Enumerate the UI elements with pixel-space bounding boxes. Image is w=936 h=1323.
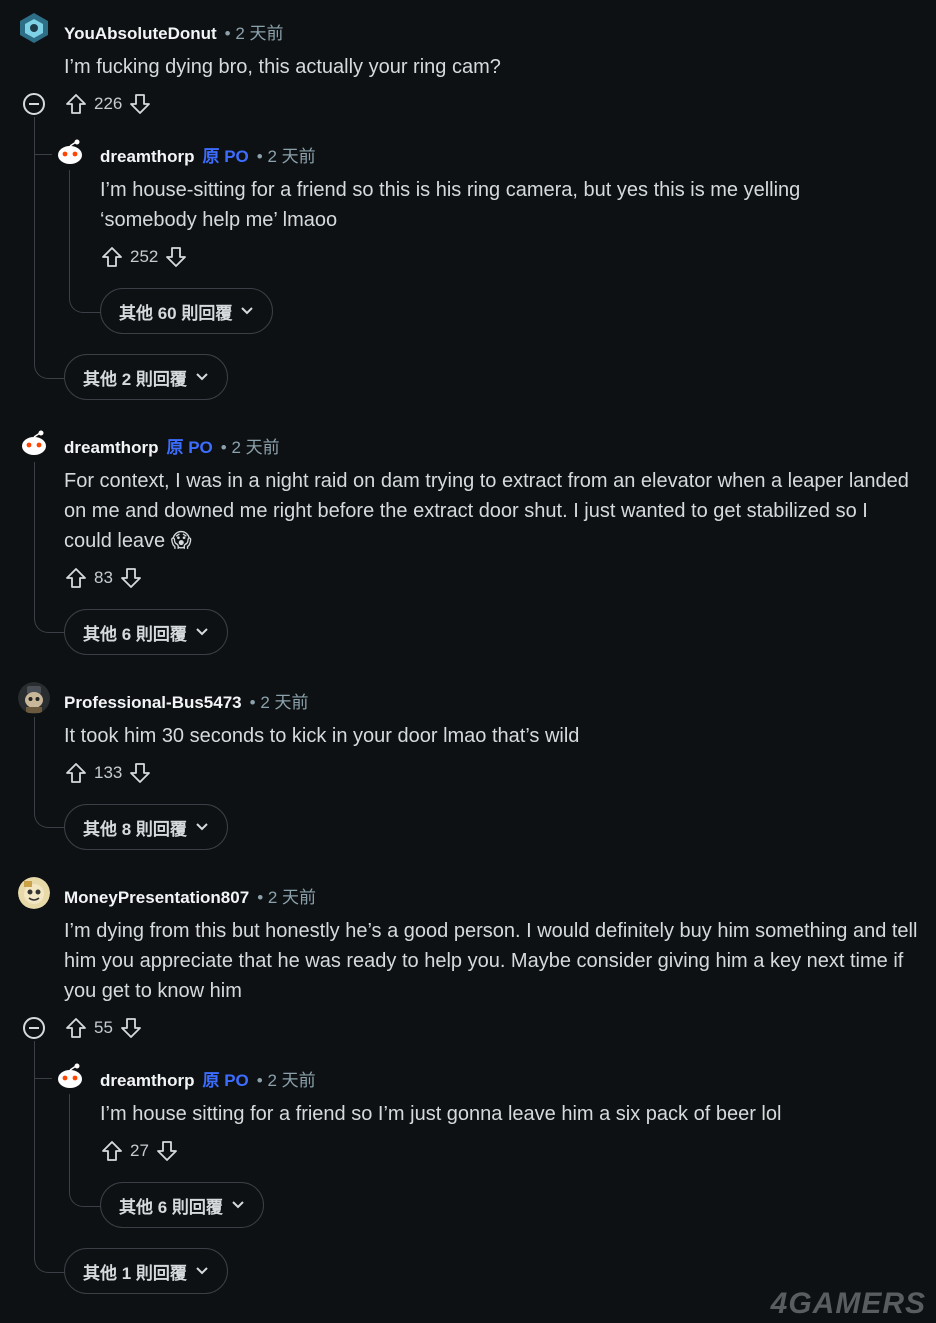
- arrow-up-icon[interactable]: [64, 761, 88, 785]
- chevron-down-icon: [196, 373, 208, 381]
- watermark-logo: 4GAMERS: [770, 1287, 926, 1320]
- collapse-thread-icon[interactable]: [23, 1017, 45, 1039]
- thread-connector: [34, 717, 65, 828]
- username-link[interactable]: MoneyPresentation807: [64, 888, 249, 908]
- more-replies-button[interactable]: 其他 6 則回覆: [64, 609, 228, 655]
- vote-count: 55: [94, 1018, 113, 1037]
- vote-bar: 83: [64, 566, 143, 590]
- user-avatar[interactable]: [18, 427, 50, 459]
- arrow-up-icon[interactable]: [64, 566, 88, 590]
- timestamp: • 2 天前: [256, 147, 316, 166]
- arrow-down-icon[interactable]: [119, 566, 143, 590]
- thread-connector: [34, 462, 65, 633]
- vote-bar: 133: [64, 761, 152, 785]
- vote-bar: 252: [100, 245, 188, 269]
- timestamp: • 2 天前: [256, 1071, 316, 1090]
- more-replies-button[interactable]: 其他 60 則回覆: [100, 288, 274, 334]
- comment-text: For context, I was in a night raid on da…: [64, 470, 909, 552]
- arrow-down-icon[interactable]: [119, 1016, 143, 1040]
- more-replies-label: 其他 8 則回覆: [83, 819, 187, 839]
- thread-connector: [69, 1094, 101, 1207]
- op-badge: 原 PO: [202, 147, 249, 166]
- comment-header: Professional-Bus5473 • 2 天前: [64, 688, 309, 713]
- thread-connector: [34, 1054, 52, 1079]
- comment-text: I’m house sitting for a friend so I’m ju…: [100, 1103, 782, 1125]
- vote-count: 133: [94, 763, 123, 782]
- comment-header: dreamthorp 原 PO • 2 天前: [64, 433, 280, 458]
- chevron-down-icon: [196, 823, 208, 831]
- timestamp: • 2 天前: [220, 438, 280, 457]
- more-replies-button[interactable]: 其他 6 則回覆: [100, 1182, 264, 1228]
- arrow-up-icon[interactable]: [64, 92, 88, 116]
- arrow-down-icon[interactable]: [128, 92, 152, 116]
- vote-bar: 55: [64, 1016, 143, 1040]
- more-replies-label: 其他 6 則回覆: [83, 624, 187, 644]
- thread-connector: [69, 170, 101, 313]
- vote-count: 83: [94, 568, 113, 587]
- vote-count: 252: [130, 247, 159, 266]
- comment-header: YouAbsoluteDonut • 2 天前: [64, 19, 284, 44]
- more-replies-button[interactable]: 其他 8 則回覆: [64, 804, 228, 850]
- vote-count: 27: [130, 1141, 149, 1160]
- more-replies-button[interactable]: 其他 1 則回覆: [64, 1248, 228, 1294]
- username-link[interactable]: dreamthorp: [64, 438, 158, 458]
- thread-connector: [34, 340, 65, 379]
- op-badge: 原 PO: [166, 438, 213, 457]
- username-link[interactable]: Professional-Bus5473: [64, 693, 242, 713]
- comment-header: MoneyPresentation807 • 2 天前: [64, 883, 316, 908]
- vote-count: 226: [94, 94, 123, 113]
- op-badge: 原 PO: [202, 1071, 249, 1090]
- comment-text: I’m house-sitting for a friend so this i…: [100, 179, 801, 231]
- thread-connector: [34, 130, 52, 155]
- arrow-down-icon[interactable]: [128, 761, 152, 785]
- timestamp: • 2 天前: [224, 24, 284, 43]
- username-link[interactable]: dreamthorp: [100, 147, 194, 167]
- arrow-down-icon[interactable]: [164, 245, 188, 269]
- more-replies-button[interactable]: 其他 2 則回覆: [64, 354, 228, 400]
- thread-connector: [34, 1234, 65, 1273]
- chevron-down-icon: [232, 1201, 244, 1209]
- arrow-up-icon[interactable]: [100, 1139, 124, 1163]
- more-replies-label: 其他 1 則回覆: [83, 1263, 187, 1283]
- user-avatar[interactable]: [18, 877, 50, 909]
- user-avatar[interactable]: [18, 12, 50, 44]
- arrow-down-icon[interactable]: [155, 1139, 179, 1163]
- arrow-up-icon[interactable]: [64, 1016, 88, 1040]
- arrow-up-icon[interactable]: [100, 245, 124, 269]
- chevron-down-icon: [196, 1267, 208, 1275]
- user-avatar[interactable]: [54, 1060, 86, 1092]
- more-replies-label: 其他 6 則回覆: [119, 1197, 223, 1217]
- comment-text: It took him 30 seconds to kick in your d…: [64, 725, 580, 747]
- comment-header: dreamthorp 原 PO • 2 天前: [100, 1066, 316, 1091]
- comment-header: dreamthorp 原 PO • 2 天前: [100, 142, 316, 167]
- username-link[interactable]: YouAbsoluteDonut: [64, 24, 217, 44]
- more-replies-label: 其他 2 則回覆: [83, 369, 187, 389]
- username-link[interactable]: dreamthorp: [100, 1071, 194, 1091]
- more-replies-label: 其他 60 則回覆: [119, 303, 233, 323]
- chevron-down-icon: [196, 628, 208, 636]
- vote-bar: 27: [100, 1139, 179, 1163]
- collapse-thread-icon[interactable]: [23, 93, 45, 115]
- timestamp: • 2 天前: [257, 888, 317, 907]
- user-avatar[interactable]: [18, 682, 50, 714]
- comment-text: I’m fucking dying bro, this actually you…: [64, 56, 501, 78]
- chevron-down-icon: [241, 307, 254, 315]
- user-avatar[interactable]: [54, 136, 86, 168]
- timestamp: • 2 天前: [249, 693, 309, 712]
- comment-text: I’m dying from this but honestly he’s a …: [64, 920, 918, 1002]
- vote-bar: 226: [64, 92, 152, 116]
